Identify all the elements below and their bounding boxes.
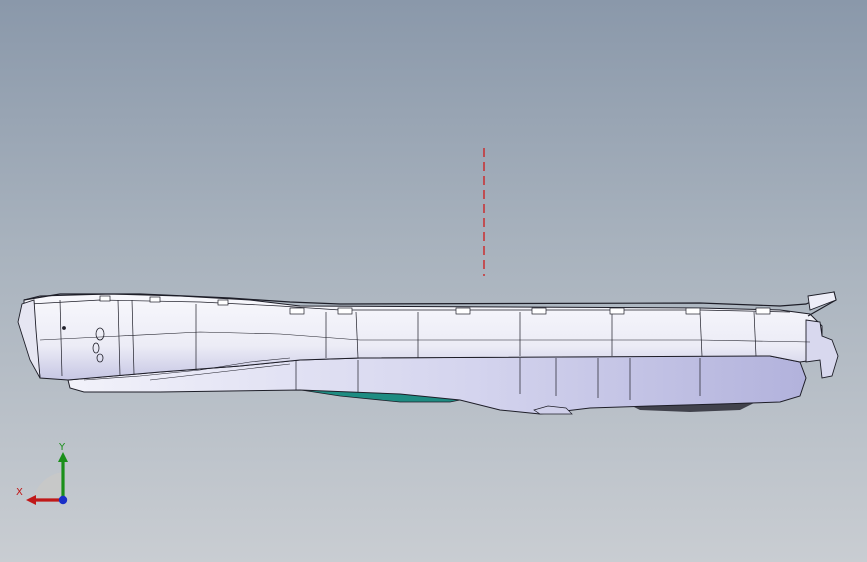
z-axis-dot [58,495,68,505]
triad-xy-plane [32,472,62,500]
x-axis-label: X [16,487,23,498]
y-axis-head [58,452,68,462]
right-tab [807,291,837,311]
y-axis-label: Y [59,442,66,453]
graphics-viewport[interactable]: Y X [0,0,867,562]
3d-model-view[interactable] [0,0,867,562]
coordinate-triad [26,452,68,505]
x-axis-head [26,495,36,505]
